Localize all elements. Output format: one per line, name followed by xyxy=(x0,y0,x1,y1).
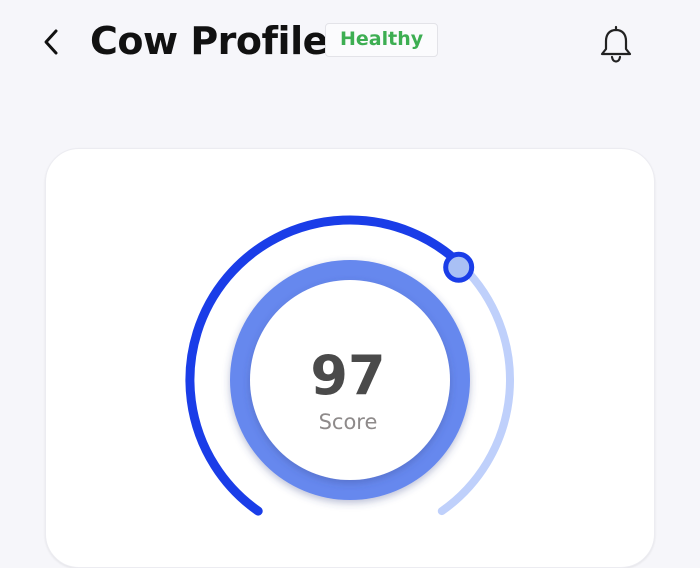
gauge-knob[interactable] xyxy=(443,251,475,283)
score-gauge xyxy=(185,215,514,516)
score-label: Score xyxy=(318,410,378,434)
score-value: 97 xyxy=(310,344,386,407)
